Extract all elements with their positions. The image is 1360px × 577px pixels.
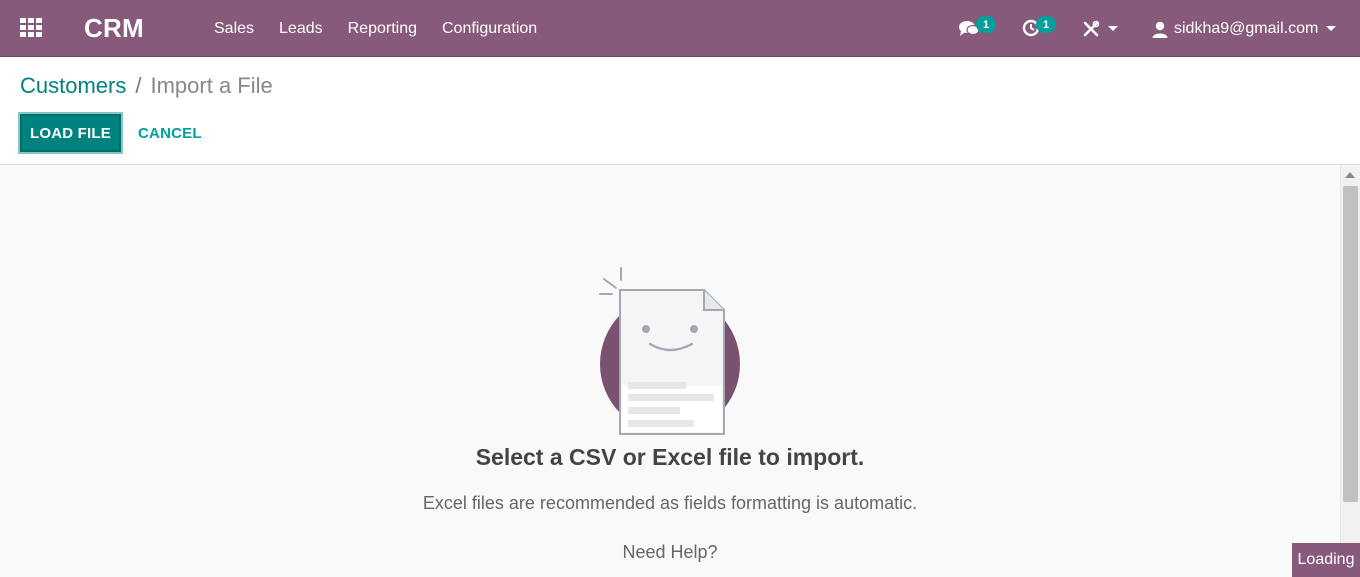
empty-state-subtitle: Excel files are recommended as fields fo… — [422, 493, 918, 513]
loading-indicator: Loading — [1292, 543, 1360, 577]
user-menu[interactable]: sidkha9@gmail.com — [1152, 0, 1352, 57]
breadcrumb-separator: / — [135, 73, 142, 98]
vertical-scrollbar[interactable] — [1340, 166, 1360, 577]
messages-menu[interactable]: 1 — [958, 0, 998, 57]
load-file-button[interactable]: LOAD FILE — [18, 112, 123, 154]
file-illustration-icon — [599, 267, 740, 435]
breadcrumb-customers[interactable]: Customers — [20, 73, 126, 99]
activities-badge: 1 — [1036, 16, 1056, 33]
import-content: Select a CSV or Excel file to import. Ex… — [0, 166, 1340, 577]
menu-item-configuration[interactable]: Configuration — [442, 20, 537, 38]
main-menu: Sales Leads Reporting Configuration — [214, 0, 562, 57]
apps-grid-icon[interactable] — [20, 18, 42, 37]
control-panel: Customers / Import a File LOAD FILE CANC… — [0, 58, 1360, 165]
debug-tools-menu[interactable] — [1082, 0, 1122, 57]
cancel-button[interactable]: CANCEL — [138, 112, 202, 154]
user-icon — [1152, 21, 1168, 38]
need-help-text: Need Help? — [622, 542, 718, 562]
activities-menu[interactable]: 1 — [1022, 0, 1062, 57]
messages-badge: 1 — [976, 16, 996, 33]
menu-item-sales[interactable]: Sales — [214, 20, 254, 38]
user-email: sidkha9@gmail.com — [1174, 19, 1319, 37]
chevron-down-icon — [1326, 26, 1337, 31]
tools-icon — [1083, 20, 1100, 37]
menu-item-leads[interactable]: Leads — [279, 20, 323, 38]
app-brand[interactable]: CRM — [84, 13, 144, 44]
empty-state-title: Select a CSV or Excel file to import. — [475, 444, 865, 470]
chevron-down-icon — [1108, 26, 1118, 31]
breadcrumb: Customers / Import a File — [20, 73, 273, 99]
breadcrumb-current: Import a File — [150, 73, 273, 98]
scrollbar-thumb[interactable] — [1343, 186, 1358, 502]
scroll-up-icon[interactable] — [1345, 172, 1355, 178]
top-navbar: CRM Sales Leads Reporting Configuration … — [0, 0, 1360, 57]
menu-item-reporting[interactable]: Reporting — [348, 20, 417, 38]
